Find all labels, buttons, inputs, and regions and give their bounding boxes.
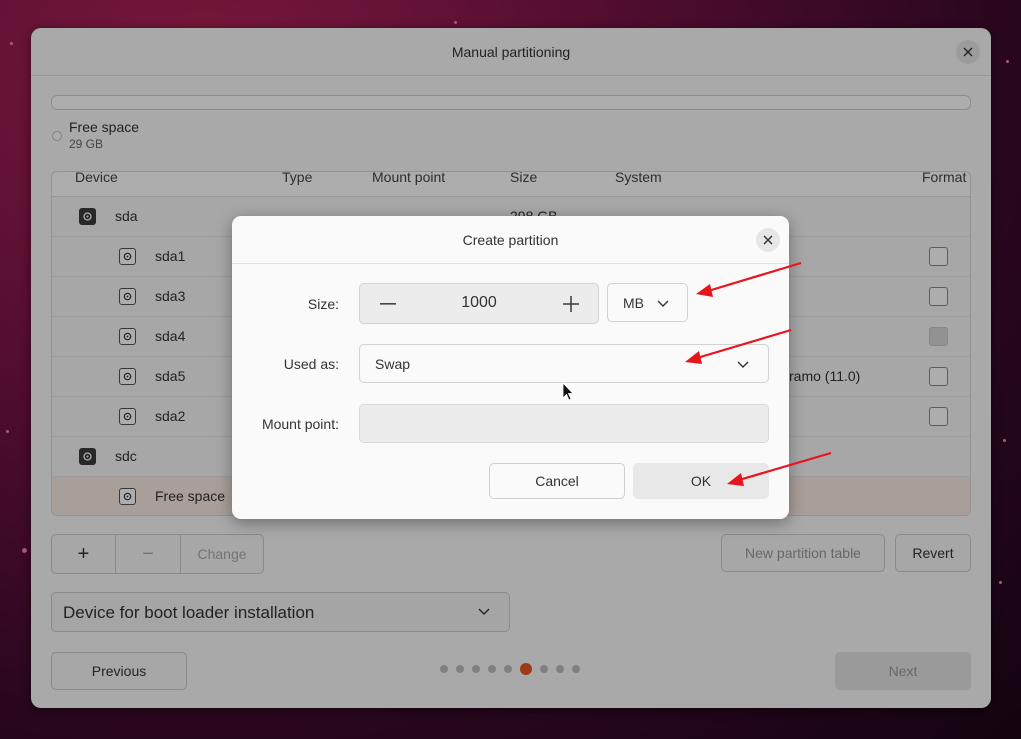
- cancel-button[interactable]: Cancel: [489, 463, 625, 499]
- minus-icon: [379, 302, 396, 305]
- increase-size-button[interactable]: [543, 284, 598, 323]
- size-spinbutton: 1000: [359, 283, 599, 324]
- size-unit-dropdown[interactable]: MB: [607, 283, 688, 322]
- decrease-size-button[interactable]: [360, 284, 415, 323]
- mount-point-label: Mount point:: [261, 416, 339, 432]
- chevron-down-icon: [737, 361, 749, 368]
- size-unit-value: MB: [623, 295, 644, 311]
- size-value[interactable]: 1000: [415, 294, 543, 312]
- used-as-label: Used as:: [283, 356, 339, 372]
- dialog-title: Create partition: [462, 232, 559, 248]
- chevron-down-icon: [657, 300, 669, 307]
- dialog-close-icon[interactable]: [756, 228, 780, 252]
- plus-icon: [562, 295, 579, 312]
- ok-button[interactable]: OK: [633, 463, 769, 499]
- mount-point-input[interactable]: [359, 404, 769, 443]
- size-label: Size:: [307, 296, 339, 312]
- create-partition-dialog: Create partition Size: 1000 MB Used as: …: [232, 216, 789, 519]
- used-as-value: Swap: [375, 356, 411, 372]
- dialog-titlebar: Create partition: [232, 216, 789, 264]
- used-as-dropdown[interactable]: Swap: [359, 344, 769, 383]
